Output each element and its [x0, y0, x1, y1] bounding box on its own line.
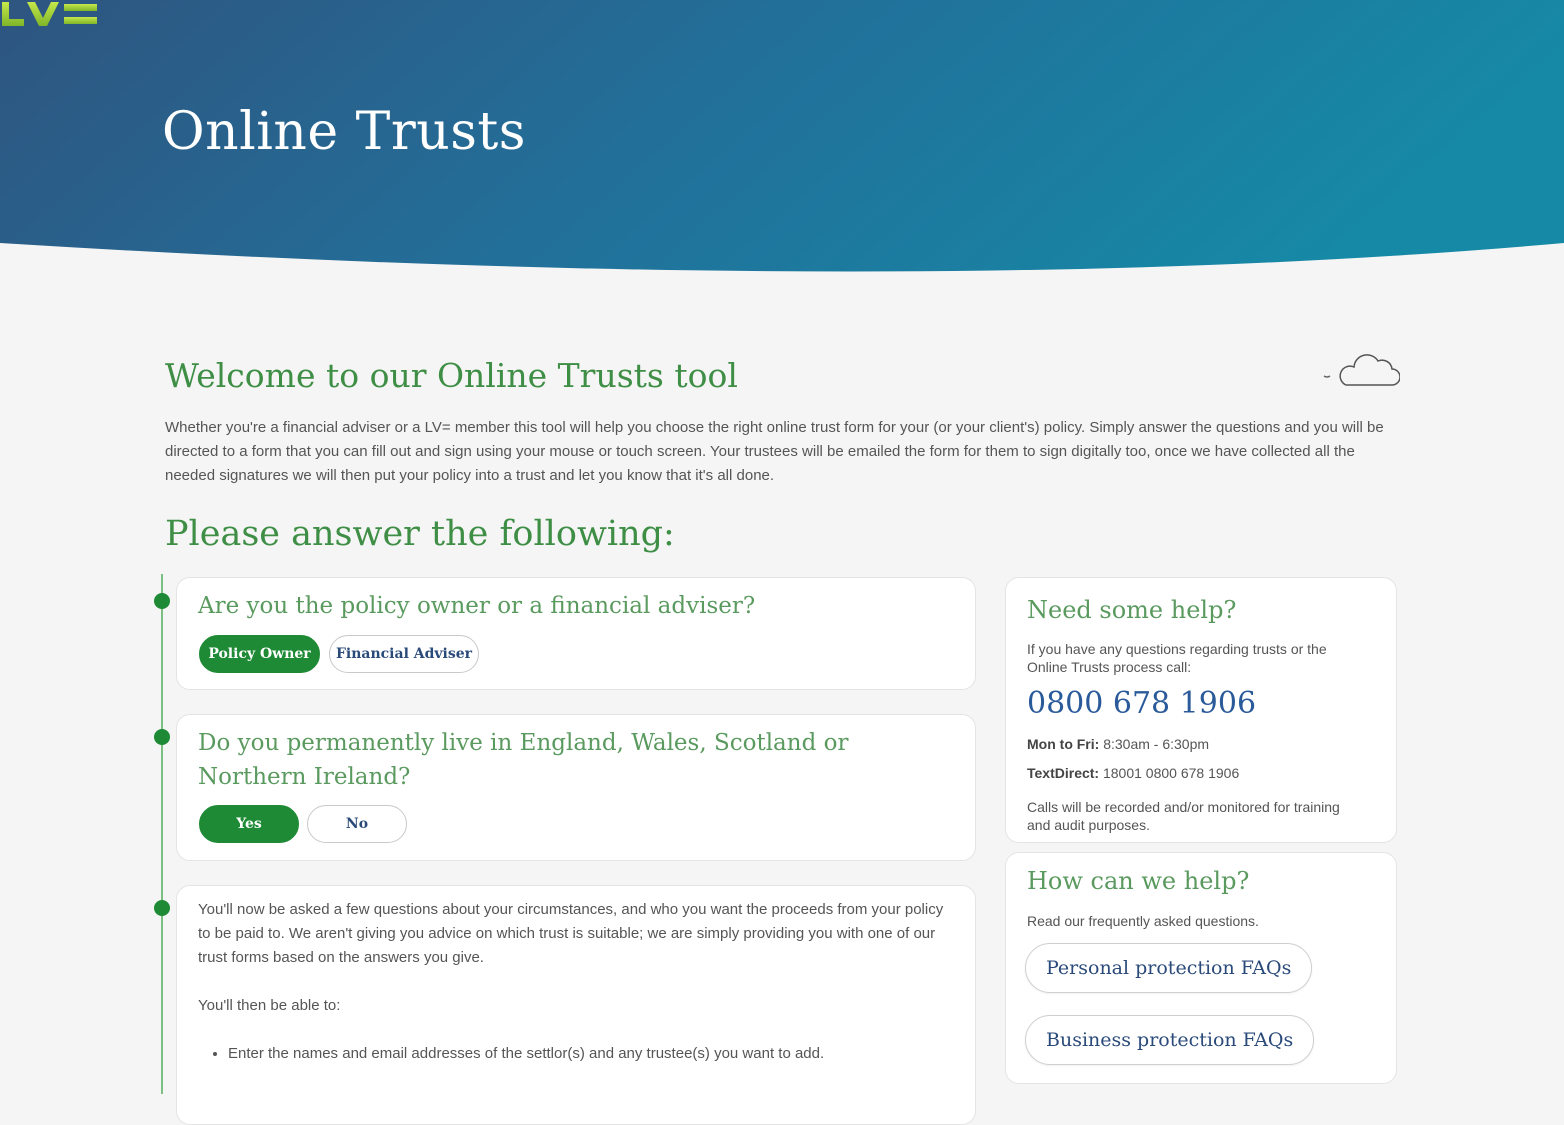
help-title: Need some help? [1027, 596, 1237, 624]
info-paragraph: You'll now be asked a few questions abou… [198, 901, 944, 966]
question-title: Are you the policy owner or a financial … [198, 593, 756, 619]
textdirect-value: 18001 0800 678 1906 [1102, 765, 1240, 781]
timeline-dot [154, 729, 170, 745]
page-title: Online Trusts [162, 102, 526, 162]
hours-label: Mon to Fri: [1027, 736, 1100, 752]
business-protection-faqs-button[interactable]: Business protection FAQs [1025, 1015, 1315, 1065]
opening-hours: Mon to Fri: 8:30am - 6:30pm [1027, 735, 1367, 753]
question-title: Do you permanently live in England, Wale… [198, 730, 849, 790]
timeline-dot [154, 593, 170, 609]
faq-card: How can we help? Read our frequently ask… [1005, 852, 1397, 1084]
intro-text: Whether you're a financial adviser or a … [165, 419, 1384, 484]
phone-number[interactable]: 0800 678 1906 [1027, 686, 1256, 721]
info-bullet-list: Enter the names and email addresses of t… [208, 1042, 824, 1066]
hero-banner: Online Trusts [0, 0, 1564, 290]
textdirect: TextDirect: 18001 0800 678 1906 [1027, 764, 1367, 782]
timeline-dot [154, 900, 170, 916]
textdirect-label: TextDirect: [1027, 765, 1100, 781]
yes-button[interactable]: Yes [199, 805, 299, 843]
question-card-owner-adviser: Are you the policy owner or a financial … [176, 577, 976, 690]
cloud-icon [1323, 354, 1400, 386]
questions-heading: Please answer the following: [165, 514, 675, 554]
list-item: Enter the names and email addresses of t… [228, 1042, 824, 1066]
welcome-title: Welcome to our Online Trusts tool [165, 356, 738, 395]
help-intro: If you have any questions regarding trus… [1027, 641, 1327, 675]
info-paragraph: You'll then be able to: [198, 997, 341, 1014]
question-card-residence: Do you permanently live in England, Wale… [176, 714, 976, 861]
financial-adviser-button[interactable]: Financial Adviser [329, 635, 479, 673]
lv-logo[interactable] [0, 0, 98, 28]
call-recording-note: Calls will be recorded and/or monitored … [1027, 799, 1340, 833]
no-button[interactable]: No [307, 805, 407, 843]
faq-title: How can we help? [1027, 867, 1250, 895]
faq-intro: Read our frequently asked questions. [1027, 913, 1259, 929]
personal-protection-faqs-button[interactable]: Personal protection FAQs [1025, 943, 1313, 993]
hours-value: 8:30am - 6:30pm [1103, 736, 1210, 752]
policy-owner-button[interactable]: Policy Owner [199, 635, 320, 673]
help-card: Need some help? If you have any question… [1005, 577, 1397, 843]
timeline-line [161, 574, 163, 1094]
info-card: You'll now be asked a few questions abou… [176, 885, 976, 1125]
